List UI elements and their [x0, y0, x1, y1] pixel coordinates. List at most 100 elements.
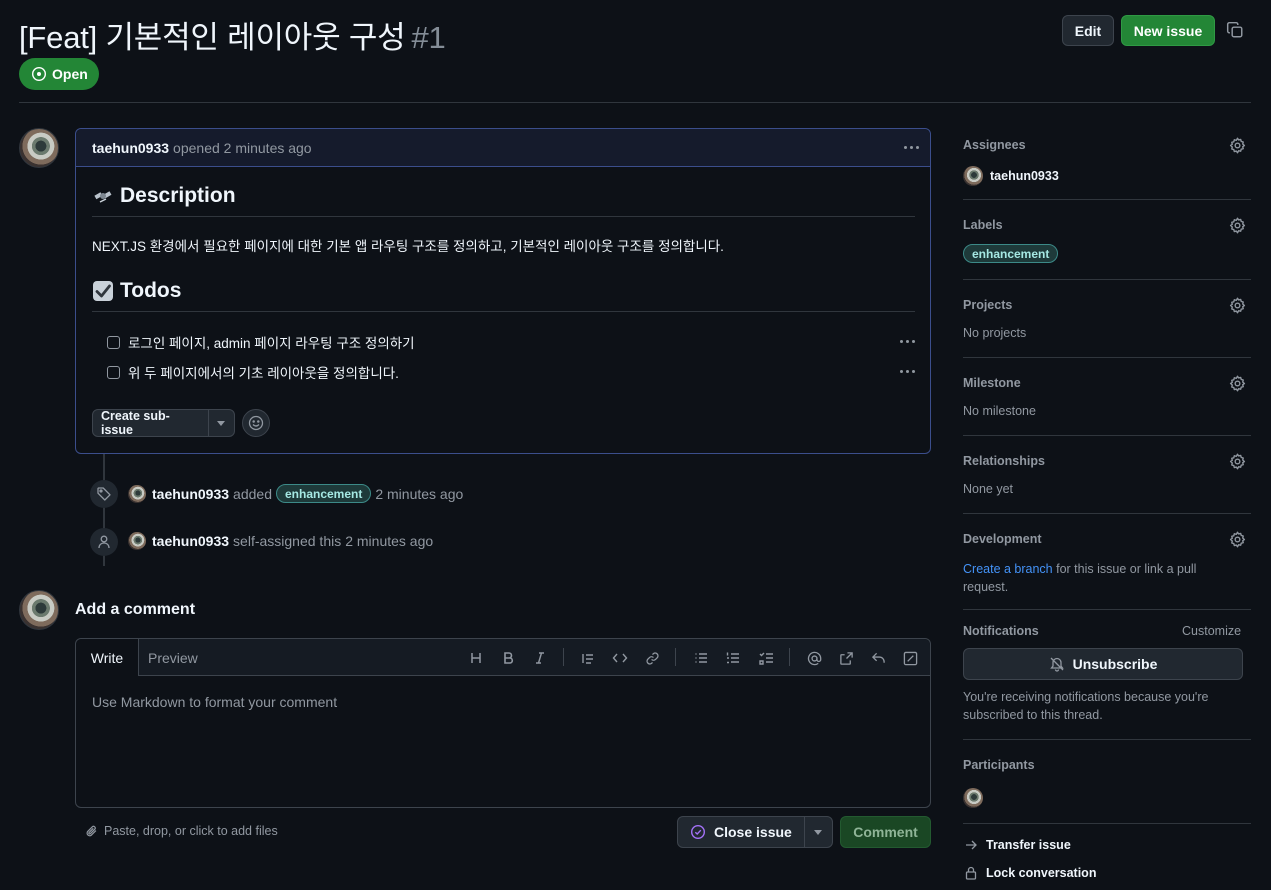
issue-meta: opened 2 minutes ago: [173, 139, 312, 156]
unordered-list-icon[interactable]: [691, 648, 711, 668]
mention-icon[interactable]: [804, 648, 824, 668]
attach-files[interactable]: Paste, drop, or click to add files: [85, 824, 278, 838]
customize-link[interactable]: Customize: [1182, 624, 1241, 638]
avatar[interactable]: [128, 532, 146, 550]
actor-link[interactable]: taehun0933: [152, 486, 229, 502]
avatar[interactable]: [963, 788, 983, 808]
task-item: 위 두 페이지에서의 기초 레이아웃을 정의합니다.: [107, 362, 399, 382]
reply-icon[interactable]: [868, 648, 888, 668]
author-link[interactable]: taehun0933: [92, 140, 169, 156]
unsubscribe-button[interactable]: Unsubscribe: [963, 648, 1243, 680]
task-options-icon[interactable]: [900, 370, 915, 373]
unsubscribe-label[interactable]: Unsubscribe: [1073, 656, 1158, 672]
create-subissue-label[interactable]: Create sub-issue: [93, 409, 209, 437]
label-enhancement[interactable]: enhancement: [963, 244, 1059, 263]
relationships-title: Relationships: [963, 454, 1045, 468]
event-time[interactable]: 2 minutes ago: [345, 533, 433, 549]
task-checkbox[interactable]: [107, 365, 120, 379]
edit-button[interactable]: Edit: [1062, 15, 1114, 46]
quote-icon[interactable]: [578, 648, 598, 668]
task-options-icon[interactable]: [900, 340, 915, 343]
heading-icon[interactable]: [466, 648, 486, 668]
participants-title: Participants: [963, 758, 1035, 772]
status-badge: Open: [19, 58, 99, 90]
projects-value: No projects: [963, 326, 1027, 340]
ordered-list-icon[interactable]: [723, 648, 743, 668]
check-mark-icon: [92, 280, 114, 302]
header-divider: [19, 102, 1251, 103]
sidebar-divider: [963, 609, 1251, 610]
avatar[interactable]: [19, 590, 59, 630]
cross-reference-icon[interactable]: [836, 648, 856, 668]
issue-body: taehun0933 opened 2 minutes ago Descript…: [75, 128, 931, 454]
avatar[interactable]: [128, 484, 146, 503]
attach-text[interactable]: Paste, drop, or click to add files: [104, 824, 278, 838]
lock-icon: [965, 866, 977, 880]
issue-number: #1: [411, 20, 446, 55]
gear-icon[interactable]: [1229, 137, 1246, 154]
toolbar-divider: [789, 648, 790, 666]
close-issue-label[interactable]: Close issue: [714, 824, 792, 840]
gear-icon[interactable]: [1229, 375, 1246, 392]
triangle-down-icon[interactable]: [209, 420, 234, 426]
task-label: 위 두 페이지에서의 기초 레이아웃을 정의합니다.: [128, 366, 399, 381]
link-icon[interactable]: [642, 648, 662, 668]
notification-reason: You're receiving notifications because y…: [963, 690, 1209, 722]
label-enhancement[interactable]: enhancement: [275, 484, 372, 503]
gear-icon[interactable]: [1229, 297, 1246, 314]
new-issue-button[interactable]: New issue: [1121, 15, 1215, 46]
editor-toolbar: Write Preview: [76, 639, 930, 676]
close-issue-main[interactable]: Close issue: [678, 817, 805, 847]
issue-opened-icon: [31, 66, 47, 82]
task-label: 로그인 페이지, admin 페이지 라우팅 구조 정의하기: [128, 336, 415, 351]
bold-icon[interactable]: [498, 648, 518, 668]
assignee-name[interactable]: taehun0933: [990, 169, 1059, 183]
task-checkbox[interactable]: [107, 335, 120, 349]
lock-conversation-label[interactable]: Lock conversation: [986, 866, 1096, 880]
comment-button[interactable]: Comment: [840, 816, 931, 848]
task-list-icon[interactable]: [756, 648, 776, 668]
issue-closed-icon: [690, 824, 706, 840]
assignee-row[interactable]: taehun0933: [963, 166, 1059, 186]
close-issue-button[interactable]: Close issue: [677, 816, 833, 848]
projects-title: Projects: [963, 298, 1013, 312]
copy-icon[interactable]: [1226, 21, 1244, 39]
tag-icon: [90, 480, 118, 508]
more-options-icon[interactable]: [904, 146, 919, 149]
person-icon: [90, 528, 118, 556]
smiley-icon[interactable]: [242, 409, 270, 437]
description-heading: Description: [92, 184, 236, 208]
tab-write[interactable]: Write: [76, 639, 139, 676]
tab-preview[interactable]: Preview: [148, 639, 198, 676]
todos-heading: Todos: [92, 279, 181, 303]
lock-conversation-action[interactable]: Lock conversation: [965, 866, 1096, 880]
italic-icon[interactable]: [530, 648, 550, 668]
relationships-value: None yet: [963, 482, 1014, 496]
toolbar-divider: [563, 648, 564, 666]
event-action: added: [233, 485, 272, 502]
avatar[interactable]: [963, 166, 983, 186]
create-branch-link[interactable]: Create a branch: [963, 562, 1053, 576]
sidebar-divider: [963, 199, 1251, 200]
event-time[interactable]: 2 minutes ago: [375, 486, 463, 502]
timeline-event-assigned: taehun0933 self-assigned this 2 minutes …: [128, 532, 433, 550]
gear-icon[interactable]: [1229, 531, 1246, 548]
transfer-issue-label[interactable]: Transfer issue: [986, 838, 1071, 852]
sidebar-divider: [963, 357, 1251, 358]
gear-icon[interactable]: [1229, 217, 1246, 234]
transfer-issue-action[interactable]: Transfer issue: [965, 838, 1071, 852]
fullscreen-icon[interactable]: [900, 648, 920, 668]
actor-link[interactable]: taehun0933: [152, 533, 229, 549]
gear-icon[interactable]: [1229, 453, 1246, 470]
task-item: 로그인 페이지, admin 페이지 라우팅 구조 정의하기: [107, 332, 415, 352]
create-subissue-button[interactable]: Create sub-issue: [92, 409, 235, 437]
triangle-down-icon[interactable]: [805, 829, 832, 835]
comment-editor: Write Preview Use Markdown to format you…: [75, 638, 931, 808]
development-title: Development: [963, 532, 1042, 546]
code-icon[interactable]: [610, 648, 630, 668]
milestone-title: Milestone: [963, 376, 1021, 390]
comment-input[interactable]: Use Markdown to format your comment: [92, 694, 337, 710]
heading-divider: [92, 216, 915, 217]
avatar[interactable]: [19, 128, 59, 168]
status-label: Open: [52, 66, 88, 82]
